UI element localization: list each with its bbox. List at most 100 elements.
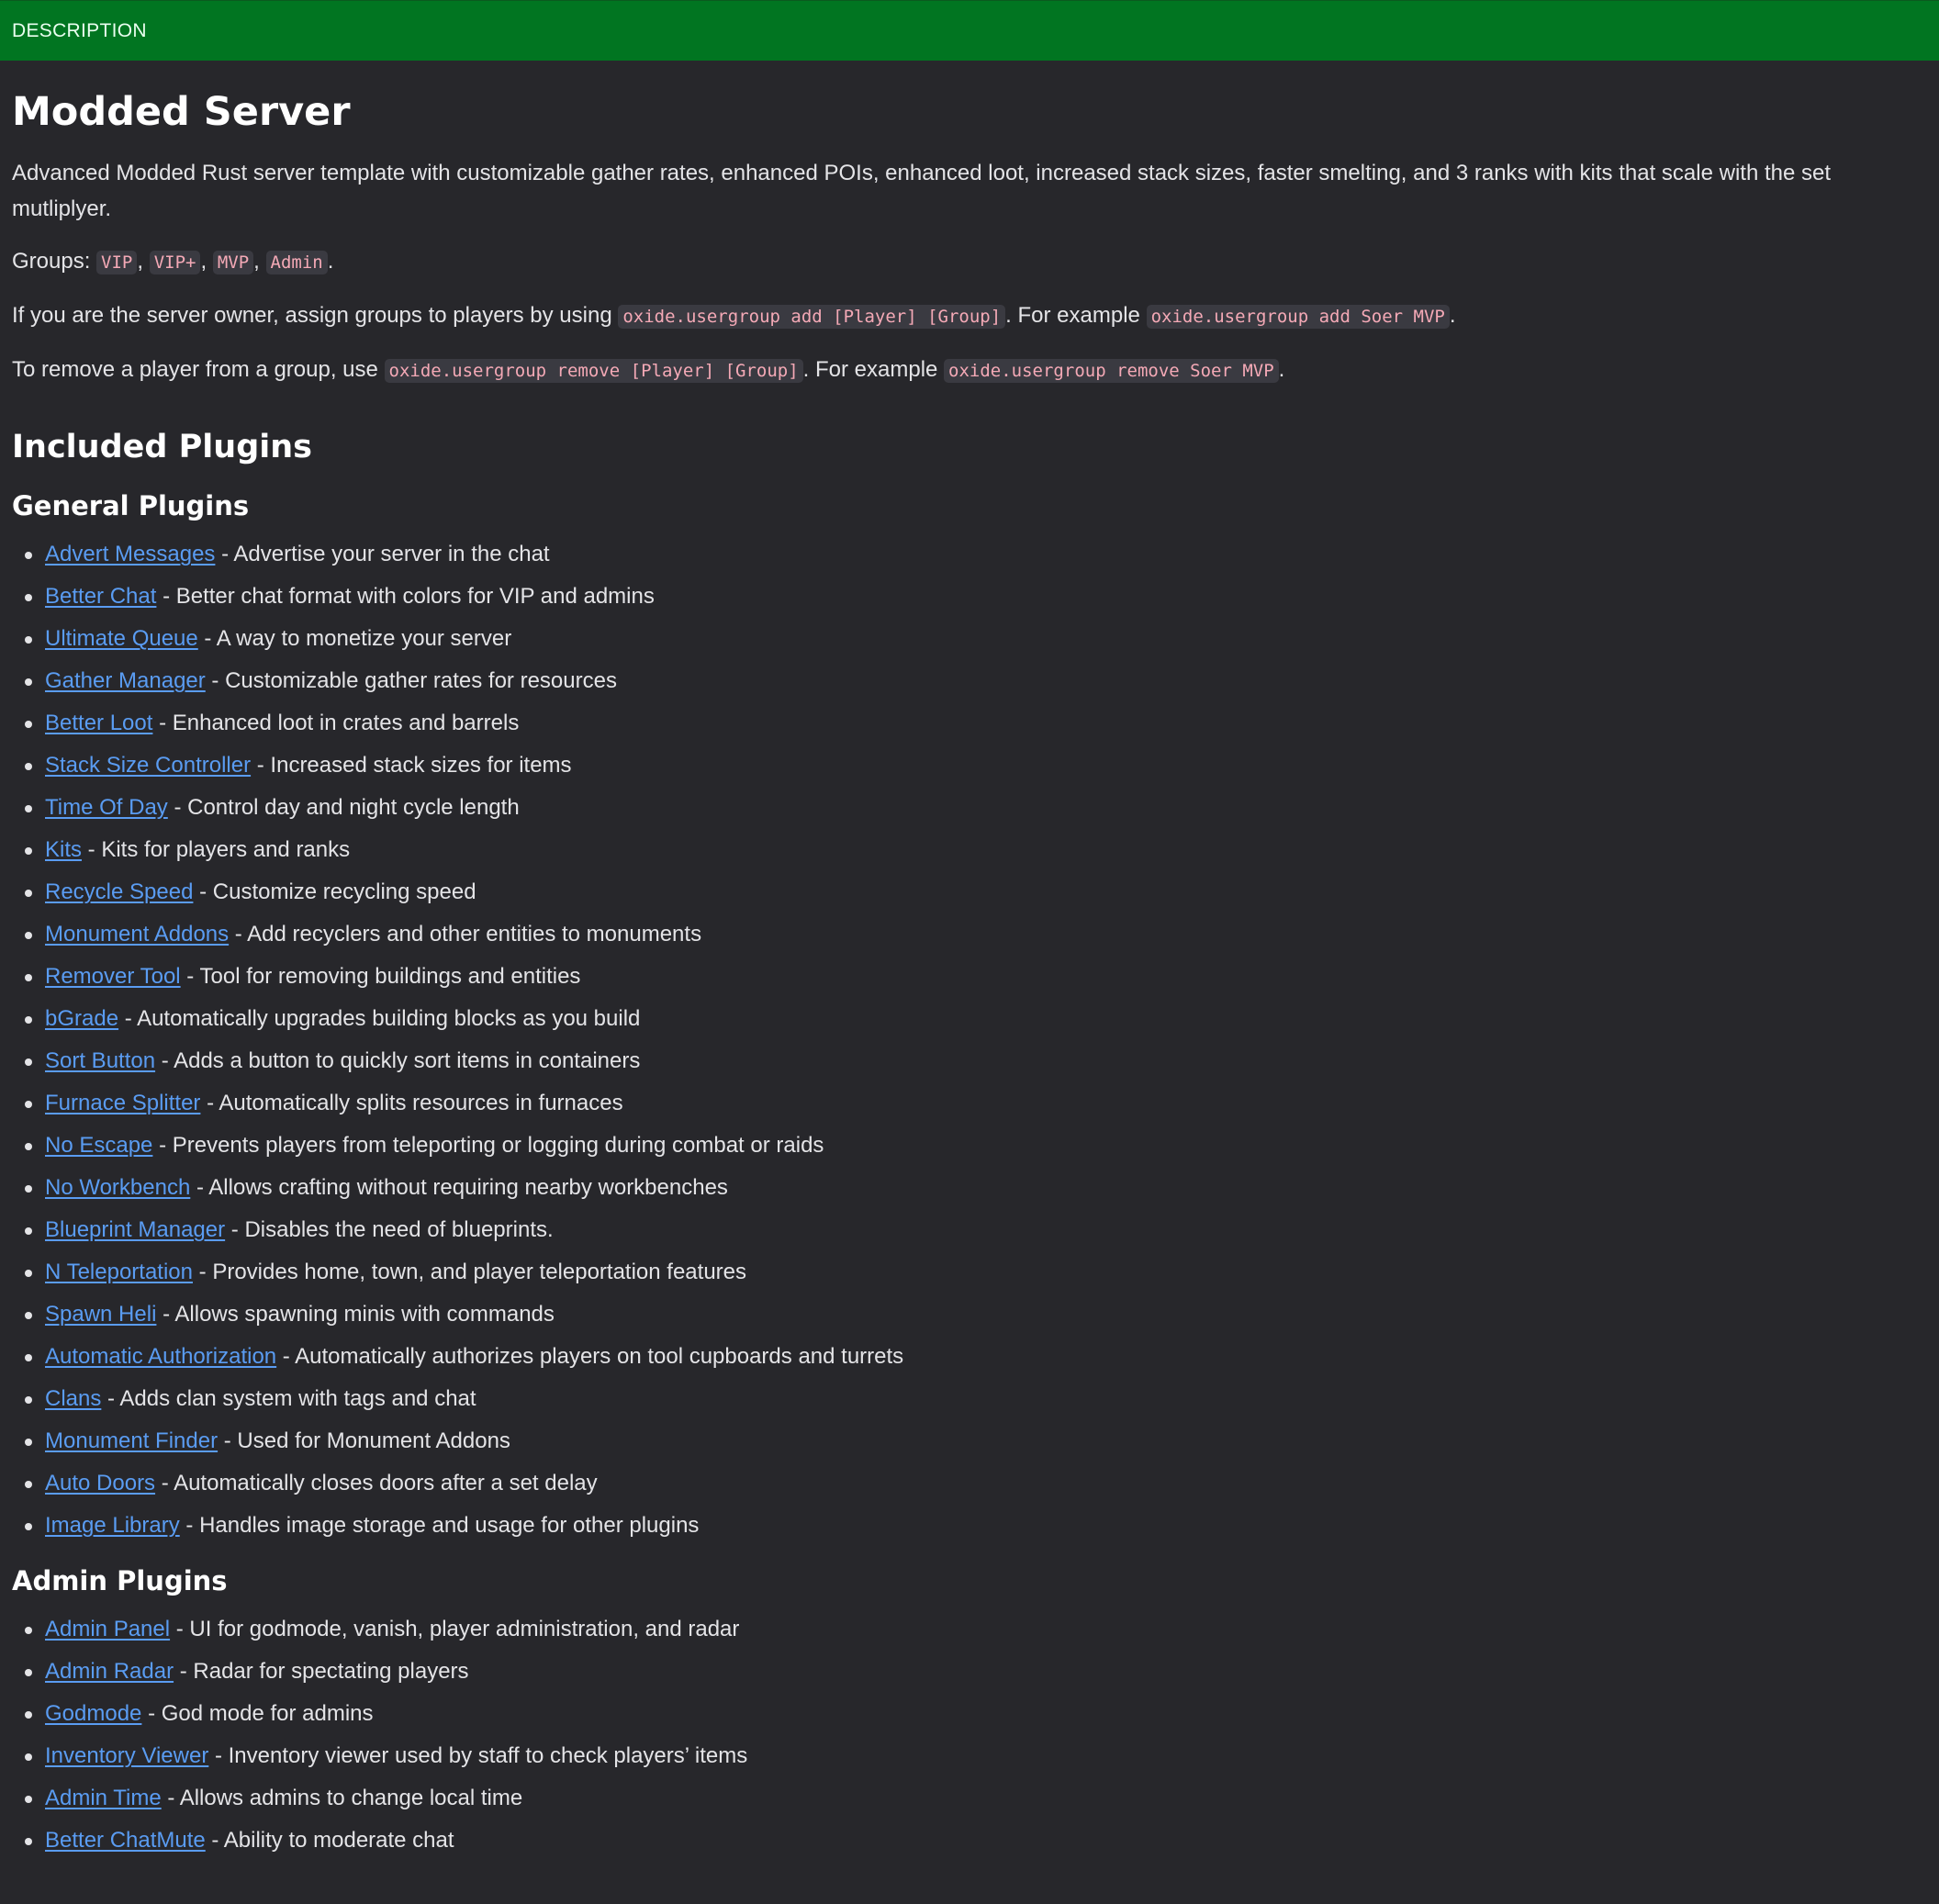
plugin-description: - Allows crafting without requiring near… [190,1175,728,1201]
plugin-link[interactable]: Auto Doors [45,1471,155,1495]
list-item: Kits - Kits for players and ranks [25,834,1927,866]
plugin-description: - Automatically splits resources in furn… [200,1091,623,1116]
plugin-link[interactable]: No Escape [45,1133,152,1158]
group-code-admin: Admin [265,251,328,275]
groups-paragraph: Groups: VIP, VIP+, MVP, Admin. [12,243,1927,281]
plugin-link[interactable]: Recycle Speed [45,879,193,904]
list-item: Better Loot - Enhanced loot in crates an… [25,708,1927,739]
groups-suffix: . [327,249,334,274]
plugin-description: - A way to monetize your server [197,626,512,652]
list-item: Inventory Viewer - Inventory viewer used… [25,1741,1927,1772]
admin-plugins-heading: Admin Plugins [12,1565,228,1597]
remove-example-code: oxide.usergroup remove Soer MVP [944,359,1279,384]
plugin-link[interactable]: N Teleportation [45,1260,193,1284]
general-plugins-list: Advert Messages - Advertise your server … [12,539,1927,1541]
page-title: Modded Server [12,89,351,135]
list-item: Better Chat - Better chat format with co… [25,581,1927,612]
plugin-link[interactable]: Admin Radar [45,1659,174,1684]
list-item: Clans - Adds clan system with tags and c… [25,1383,1927,1415]
plugin-link[interactable]: Inventory Viewer [45,1743,208,1768]
plugin-description: - UI for godmode, vanish, player adminis… [170,1617,740,1642]
list-item: Blueprint Manager - Disables the need of… [25,1215,1927,1246]
list-item: Sort Button - Adds a button to quickly s… [25,1046,1927,1077]
assign-text: . For example [1005,303,1147,329]
plugin-description: - Customize recycling speed [193,879,476,905]
plugin-link[interactable]: Ultimate Queue [45,626,198,651]
plugin-description: - Tool for removing buildings and entiti… [180,964,581,990]
plugin-description: - Add recyclers and other entities to mo… [229,922,702,947]
list-item: Monument Finder - Used for Monument Addo… [25,1426,1927,1457]
list-item: Furnace Splitter - Automatically splits … [25,1088,1927,1119]
plugin-link[interactable]: Clans [45,1386,101,1411]
assign-text: If you are the server owner, assign grou… [12,303,619,329]
assign-command-code: oxide.usergroup add [Player] [Group] [618,305,1006,330]
plugin-description: - Increased stack sizes for items [251,753,572,778]
plugin-description: - Allows admins to change local time [161,1786,523,1811]
plugin-description: - Automatically authorizes players on to… [276,1344,904,1370]
list-item: Better ChatMute - Ability to moderate ch… [25,1825,1927,1856]
plugin-description: - Customizable gather rates for resource… [205,668,617,694]
list-item: No Workbench - Allows crafting without r… [25,1172,1927,1204]
plugin-description: - Automatically upgrades building blocks… [118,1006,641,1032]
remove-paragraph: To remove a player from a group, use oxi… [12,352,1927,389]
plugin-link[interactable]: Advert Messages [45,542,215,566]
list-item: Spawn Heli - Allows spawning minis with … [25,1299,1927,1330]
plugin-link[interactable]: Better ChatMute [45,1828,206,1853]
plugin-link[interactable]: Gather Manager [45,668,206,693]
plugin-description: - Handles image storage and usage for ot… [179,1513,700,1539]
list-item: Gather Manager - Customizable gather rat… [25,666,1927,697]
plugin-description: - Enhanced loot in crates and barrels [152,711,520,736]
remove-text: . [1278,357,1285,383]
list-item: Godmode - God mode for admins [25,1698,1927,1730]
remove-text: To remove a player from a group, use [12,357,385,383]
groups-prefix: Groups: [12,249,97,274]
list-item: bGrade - Automatically upgrades building… [25,1003,1927,1035]
groups-separator: , [253,249,266,274]
plugin-link[interactable]: Better Loot [45,711,152,735]
plugin-link[interactable]: No Workbench [45,1175,190,1200]
plugin-link[interactable]: Automatic Authorization [45,1344,276,1369]
list-item: Image Library - Handles image storage an… [25,1510,1927,1541]
plugin-description: - Radar for spectating players [174,1659,469,1685]
list-item: Ultimate Queue - A way to monetize your … [25,623,1927,655]
plugin-description: - Advertise your server in the chat [215,542,550,567]
plugin-description: - Better chat format with colors for VIP… [156,584,655,610]
plugin-link[interactable]: Admin Panel [45,1617,170,1641]
plugin-description: - Adds a button to quickly sort items in… [155,1048,641,1074]
plugin-description: - Allows spawning minis with commands [156,1302,555,1327]
admin-plugins-list: Admin Panel - UI for godmode, vanish, pl… [12,1614,1927,1856]
plugin-link[interactable]: bGrade [45,1006,118,1031]
list-item: Automatic Authorization - Automatically … [25,1341,1927,1372]
plugin-link[interactable]: Monument Finder [45,1428,218,1453]
assign-paragraph: If you are the server owner, assign grou… [12,297,1927,335]
plugin-description: - Ability to moderate chat [205,1828,454,1854]
plugin-link[interactable]: Image Library [45,1513,180,1538]
plugin-link[interactable]: Spawn Heli [45,1302,156,1327]
list-item: No Escape - Prevents players from telepo… [25,1130,1927,1161]
plugin-link[interactable]: Better Chat [45,584,156,609]
plugin-link[interactable]: Blueprint Manager [45,1217,225,1242]
plugin-link[interactable]: Godmode [45,1701,141,1726]
list-item: Time Of Day - Control day and night cycl… [25,792,1927,823]
plugin-link[interactable]: Kits [45,837,82,862]
plugin-description: - God mode for admins [141,1701,374,1727]
remove-text: . For example [802,357,945,383]
assign-example-code: oxide.usergroup add Soer MVP [1146,305,1450,330]
plugin-link[interactable]: Monument Addons [45,922,229,946]
plugin-link[interactable]: Time Of Day [45,795,168,820]
list-item: Stack Size Controller - Increased stack … [25,750,1927,781]
list-item: Remover Tool - Tool for removing buildin… [25,961,1927,992]
plugin-link[interactable]: Furnace Splitter [45,1091,200,1115]
groups-separator: , [200,249,213,274]
intro-paragraph: Advanced Modded Rust server template wit… [12,161,1832,222]
list-item: Advert Messages - Advertise your server … [25,539,1927,570]
list-item: Admin Time - Allows admins to change loc… [25,1783,1927,1814]
plugin-link[interactable]: Admin Time [45,1786,162,1810]
list-item: Admin Panel - UI for godmode, vanish, pl… [25,1614,1927,1645]
list-item: Admin Radar - Radar for spectating playe… [25,1656,1927,1687]
plugin-link[interactable]: Stack Size Controller [45,753,251,778]
plugin-description: - Kits for players and ranks [82,837,351,863]
list-item: N Teleportation - Provides home, town, a… [25,1257,1927,1288]
plugin-link[interactable]: Remover Tool [45,964,181,989]
plugin-link[interactable]: Sort Button [45,1048,155,1073]
